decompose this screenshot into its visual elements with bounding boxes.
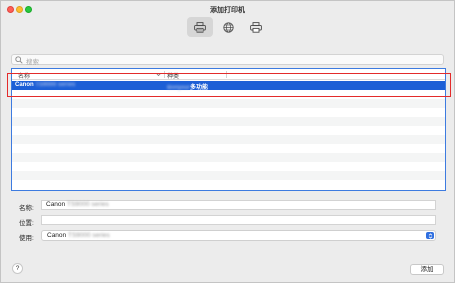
add-printer-window: 添加打印机 搜索 名称 种类 Canon TS9000 series Bonjo…	[0, 0, 455, 283]
empty-row	[12, 108, 445, 117]
empty-row	[12, 153, 445, 162]
search-icon	[15, 56, 23, 64]
toolbar-ip-button[interactable]	[215, 17, 241, 37]
empty-row	[12, 162, 445, 171]
empty-row	[12, 99, 445, 108]
name-field-value: Canon	[46, 201, 66, 208]
title-bar: 添加打印机	[1, 1, 454, 43]
name-field[interactable]: Canon TS9000 series	[41, 200, 436, 210]
use-label: 使用:	[19, 235, 34, 242]
use-value: Canon	[47, 232, 67, 239]
add-button[interactable]: 添加	[410, 264, 444, 275]
name-label: 名称:	[19, 205, 34, 212]
empty-row	[12, 117, 445, 126]
popup-arrows-icon	[426, 232, 434, 239]
highlight-annotation	[7, 73, 451, 97]
empty-row	[12, 171, 445, 180]
location-field[interactable]	[41, 215, 436, 225]
name-field-model: TS9000 series	[66, 201, 109, 208]
empty-row	[12, 135, 445, 144]
search-field[interactable]: 搜索	[11, 54, 444, 66]
use-value-model: TS9000 series	[67, 232, 110, 239]
use-driver-popup[interactable]: Canon TS9000 series	[41, 230, 436, 241]
printer-icon	[194, 21, 206, 33]
window-title: 添加打印机	[210, 7, 245, 14]
empty-row	[12, 144, 445, 153]
help-button[interactable]: ?	[12, 263, 23, 274]
empty-row	[12, 180, 445, 189]
printer-icon	[250, 21, 262, 33]
location-label: 位置:	[19, 220, 34, 227]
toolbar-default-printers-button[interactable]	[187, 17, 213, 37]
globe-icon	[222, 21, 234, 33]
search-placeholder: 搜索	[26, 59, 39, 66]
empty-row	[12, 126, 445, 135]
chevron-up-down-icon	[428, 232, 432, 239]
toolbar-windows-button[interactable]	[243, 17, 269, 37]
